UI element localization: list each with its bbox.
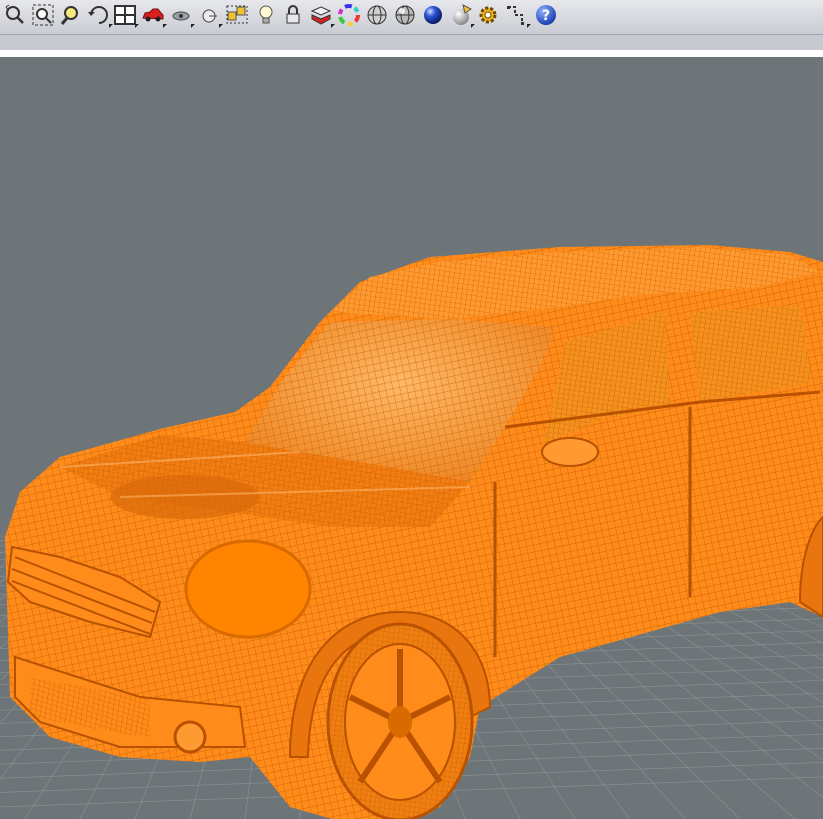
car-object-icon[interactable] (141, 3, 167, 28)
zoom-dynamic-icon[interactable] (3, 3, 27, 27)
undo-view-icon[interactable] (87, 3, 113, 28)
svg-text:?: ? (542, 8, 550, 24)
main-toolbar: ? (0, 0, 823, 35)
viewport-layout-icon[interactable] (113, 3, 139, 28)
wireframe-sphere-icon[interactable] (365, 3, 389, 27)
fog-light (173, 720, 207, 754)
color-wheel-icon[interactable] (337, 3, 361, 27)
lock-icon[interactable] (281, 3, 305, 27)
material-layer-icon[interactable] (309, 3, 335, 28)
transform-icon[interactable] (505, 3, 531, 28)
point-icon[interactable] (197, 3, 223, 28)
perspective-viewport[interactable] (0, 57, 823, 819)
spotlight-icon[interactable] (449, 3, 475, 28)
zoom-extents-icon[interactable] (31, 3, 55, 27)
car-model[interactable] (5, 245, 823, 819)
select-group-icon[interactable] (225, 3, 249, 27)
toolbar-separator (0, 35, 823, 50)
hide-object-icon[interactable] (169, 3, 195, 28)
light-bulb-icon[interactable] (254, 3, 278, 27)
headlight (184, 539, 312, 639)
rendered-sphere-icon[interactable] (421, 3, 445, 27)
help-icon[interactable]: ? (534, 3, 558, 27)
settings-gear-icon[interactable] (476, 3, 500, 27)
side-mirror (541, 437, 599, 467)
zoom-window-icon[interactable] (59, 3, 83, 27)
shaded-sphere-icon[interactable] (393, 3, 417, 27)
viewport-border (0, 50, 823, 57)
